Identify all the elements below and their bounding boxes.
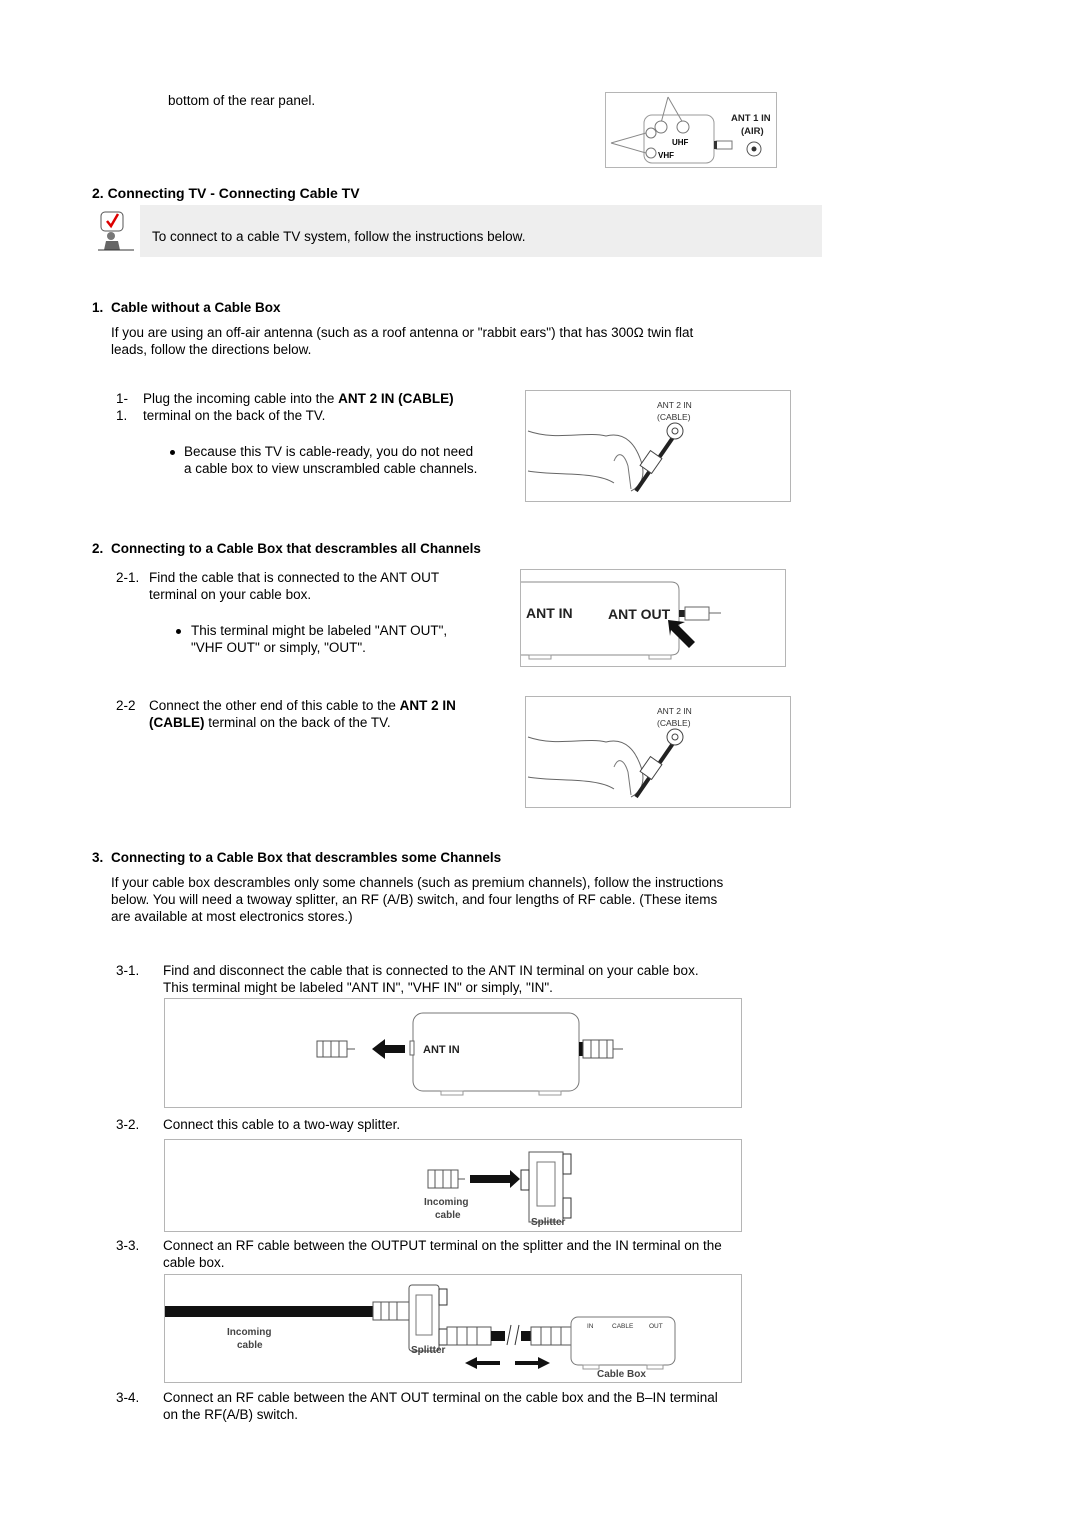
box-in-label: IN [587,1323,594,1330]
hand-plug-diagram: ANT 2 IN (CABLE) [527,400,692,493]
ant-out-label: ANT OUT [608,606,671,622]
step-3-3-num: 3-3. [116,1238,140,1253]
incoming-label: Incoming [227,1327,271,1338]
ant-out-figure: ANT IN ANT OUT [520,569,786,667]
sub2-bullet-line1: This terminal might be labeled "ANT OUT"… [191,623,448,638]
splitter-label: Splitter [411,1345,446,1356]
ant1-diagram: UHF VHF ANT 1 IN (AIR) [610,96,771,164]
splitter-label: Splitter [531,1217,566,1228]
sub2-step2-rest: terminal on the back of the TV. [204,715,391,730]
sub1-step-line1: Plug the incoming cable into the ANT 2 I… [143,390,454,407]
sub1-bullet-line2: a cable box to view unscrambled cable ch… [184,461,478,476]
figure-3-3: IN CABLE OUT Cable Box Incoming cable Sp… [164,1274,742,1383]
step-3-3-line1: Connect an RF cable between the OUTPUT t… [163,1238,722,1253]
ant1-label: ANT 1 IN [731,113,771,124]
sub1-bullet-line1: Because this TV is cable-ready, you do n… [184,444,474,459]
sub1-step-num1: 1- [116,391,129,406]
sub2-number: 2. [92,541,104,556]
bullet-icon [176,629,181,634]
step-3-1-num: 3-1. [116,963,140,978]
step-3-1-line1: Find and disconnect the cable that is co… [163,963,699,978]
sub1-step-text: Plug the incoming cable into the [143,391,339,406]
sub2-step1-line2: terminal on your cable box. [149,587,312,602]
disconnect-ant-in-diagram: ANT IN [316,1012,623,1096]
ant2-label: ANT 2 IN [657,400,692,410]
sub1-number: 1. [92,300,104,315]
ant2-label: ANT 2 IN [657,706,692,716]
sub3-intro-line2: below. You will need a twoway splitter, … [111,892,718,907]
sub3-intro-line1: If your cable box descrambles only some … [111,875,724,890]
ant2-in-term: ANT 2 IN [399,698,456,713]
step-3-4-line2: on the RF(A/B) switch. [163,1407,299,1422]
splitter-diagram: Incoming cable Splitter [424,1151,572,1228]
step-3-1-line2: This terminal might be labeled "ANT IN",… [163,980,553,995]
sub1-step-line2: terminal on the back of the TV. [143,408,326,423]
sub2-step1-line1: Find the cable that is connected to the … [149,570,440,585]
ant-in-label: ANT IN [526,605,573,621]
sub1-intro-line1: If you are using an off-air antenna (suc… [111,325,694,340]
sub2-step2-num: 2-2 [116,698,136,713]
incoming-label: Incoming [424,1197,468,1208]
sub2-bullet-line2: "VHF OUT" or simply, "OUT". [191,640,366,655]
sub2-step1-num: 2-1. [116,570,140,585]
cable-label: cable [435,1210,461,1221]
sub2-title: Connecting to a Cable Box that descrambl… [111,541,481,556]
sub3-title: Connecting to a Cable Box that descrambl… [111,850,502,865]
air-label: (AIR) [741,126,764,137]
sub3-intro-line3: are available at most electronics stores… [111,909,353,924]
hand-plug-diagram: ANT 2 IN (CABLE) [527,706,692,799]
step-3-3-line2: cable box. [163,1255,225,1270]
section-title: 2. Connecting TV - Connecting Cable TV [92,185,360,201]
step-3-4-num: 3-4. [116,1390,140,1405]
sub2-step2-line1: Connect the other end of this cable to t… [149,697,456,714]
ant2-in-cable-term: ANT 2 IN (CABLE) [338,391,454,406]
splitter-to-cable-box-diagram: IN CABLE OUT Cable Box Incoming cable Sp… [165,1284,676,1380]
checkmark-person-note-icon [96,210,136,252]
ant-in-label: ANT IN [423,1044,460,1056]
vhf-label: VHF [658,151,674,160]
ant2-cable-figure-1: ANT 2 IN (CABLE) [525,390,791,502]
continuation-text: bottom of the rear panel. [168,93,316,108]
step-3-2-num: 3-2. [116,1117,140,1132]
box-cable-label: CABLE [612,1323,634,1330]
ant2-cable-figure-2: ANT 2 IN (CABLE) [525,696,791,808]
cable-term: (CABLE) [149,715,205,730]
cable-label: (CABLE) [657,412,691,422]
sub2-step2-text: Connect the other end of this cable to t… [149,698,400,713]
ant1-air-figure: UHF VHF ANT 1 IN (AIR) [605,92,777,168]
cable-box-label: Cable Box [597,1369,646,1380]
note-text: To connect to a cable TV system, follow … [152,229,526,244]
sub1-step-num2: 1. [116,408,128,423]
step-3-4-line1: Connect an RF cable between the ANT OUT … [163,1390,718,1405]
cable-box-ant-out-diagram: ANT IN ANT OUT [521,581,721,660]
figure-3-1: ANT IN [164,998,742,1108]
figure-3-2: Incoming cable Splitter [164,1139,742,1232]
sub2-step2-line2: (CABLE) terminal on the back of the TV. [149,714,391,731]
uhf-label: UHF [672,138,689,147]
sub1-title: Cable without a Cable Box [111,300,281,315]
cable-label: cable [237,1340,263,1351]
step-3-2-line1: Connect this cable to a two-way splitter… [163,1117,401,1132]
sub1-intro-line2: leads, follow the directions below. [111,342,312,357]
box-out-label: OUT [649,1323,663,1330]
cable-label: (CABLE) [657,718,691,728]
bullet-icon [170,450,175,455]
sub3-number: 3. [92,850,104,865]
note-callout: To connect to a cable TV system, follow … [140,205,822,257]
